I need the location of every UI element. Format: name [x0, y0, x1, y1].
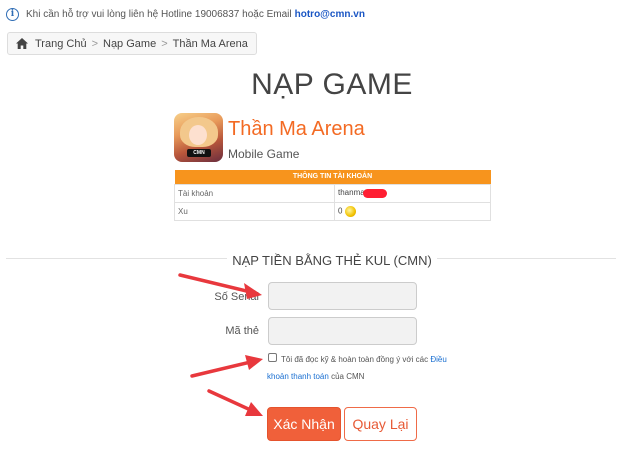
breadcrumb-separator: > [161, 37, 168, 50]
annotation-arrow-checkbox [190, 355, 263, 378]
annotation-arrow-submit [207, 389, 263, 416]
breadcrumb-home[interactable]: Trang Chủ [35, 38, 87, 50]
account-info-table: THÔNG TIN TÀI KHOẢN Tài khoản thanma Xu … [174, 170, 491, 221]
xu-value: 0 [338, 206, 343, 216]
table-row: Tài khoản thanma [174, 183, 491, 203]
breadcrumb-separator: > [91, 37, 98, 50]
terms-text: Tôi đã đọc kỹ & hoàn toàn đồng ý với các… [267, 351, 457, 385]
game-logo: CMN [174, 113, 223, 162]
support-text: Khi cần hỗ trợ vui lòng liên hệ Hotline … [26, 8, 292, 20]
submit-button[interactable]: Xác Nhận [267, 407, 341, 441]
card-code-label: Mã thẻ [225, 325, 259, 337]
section-title-text: NẠP TIỀN BẰNG THẺ KUL (CMN) [227, 253, 437, 268]
account-label: Tài khoản [174, 183, 335, 203]
cmn-logo-badge: CMN [187, 149, 211, 157]
game-type: Mobile Game [228, 147, 300, 161]
redaction-mark [362, 188, 387, 198]
breadcrumb: Trang Chủ > Nạp Game > Thần Ma Arena [7, 32, 257, 55]
support-email-link[interactable]: hotro@cmn.vn [295, 9, 365, 20]
breadcrumb-nap-game[interactable]: Nạp Game [103, 38, 156, 50]
serial-label: Số Serial [214, 291, 259, 303]
support-bar: i Khi cần hỗ trợ vui lòng liên hệ Hotlin… [6, 6, 365, 22]
game-name: Thần Ma Arena [228, 118, 365, 140]
home-icon [16, 38, 28, 49]
card-code-input[interactable] [268, 317, 417, 345]
back-button[interactable]: Quay Lại [344, 407, 417, 441]
breadcrumb-current: Thần Ma Arena [172, 37, 248, 50]
serial-input[interactable] [268, 282, 417, 310]
xu-value-cell: 0 [334, 201, 491, 221]
terms-after: của CMN [331, 372, 365, 381]
account-info-header: THÔNG TIN TÀI KHOẢN [174, 170, 491, 184]
coin-icon [345, 205, 357, 217]
page-title: NẠP GAME [251, 68, 413, 101]
account-value: thanma [338, 188, 365, 198]
terms-before: Tôi đã đọc kỹ & hoàn toàn đồng ý với các [281, 355, 429, 364]
section-title: NẠP TIỀN BẰNG THẺ KUL (CMN) [0, 252, 624, 270]
info-icon: i [6, 7, 19, 21]
account-value-cell: thanma [334, 183, 491, 203]
xu-label: Xu [174, 201, 335, 221]
table-row: Xu 0 [174, 201, 491, 221]
